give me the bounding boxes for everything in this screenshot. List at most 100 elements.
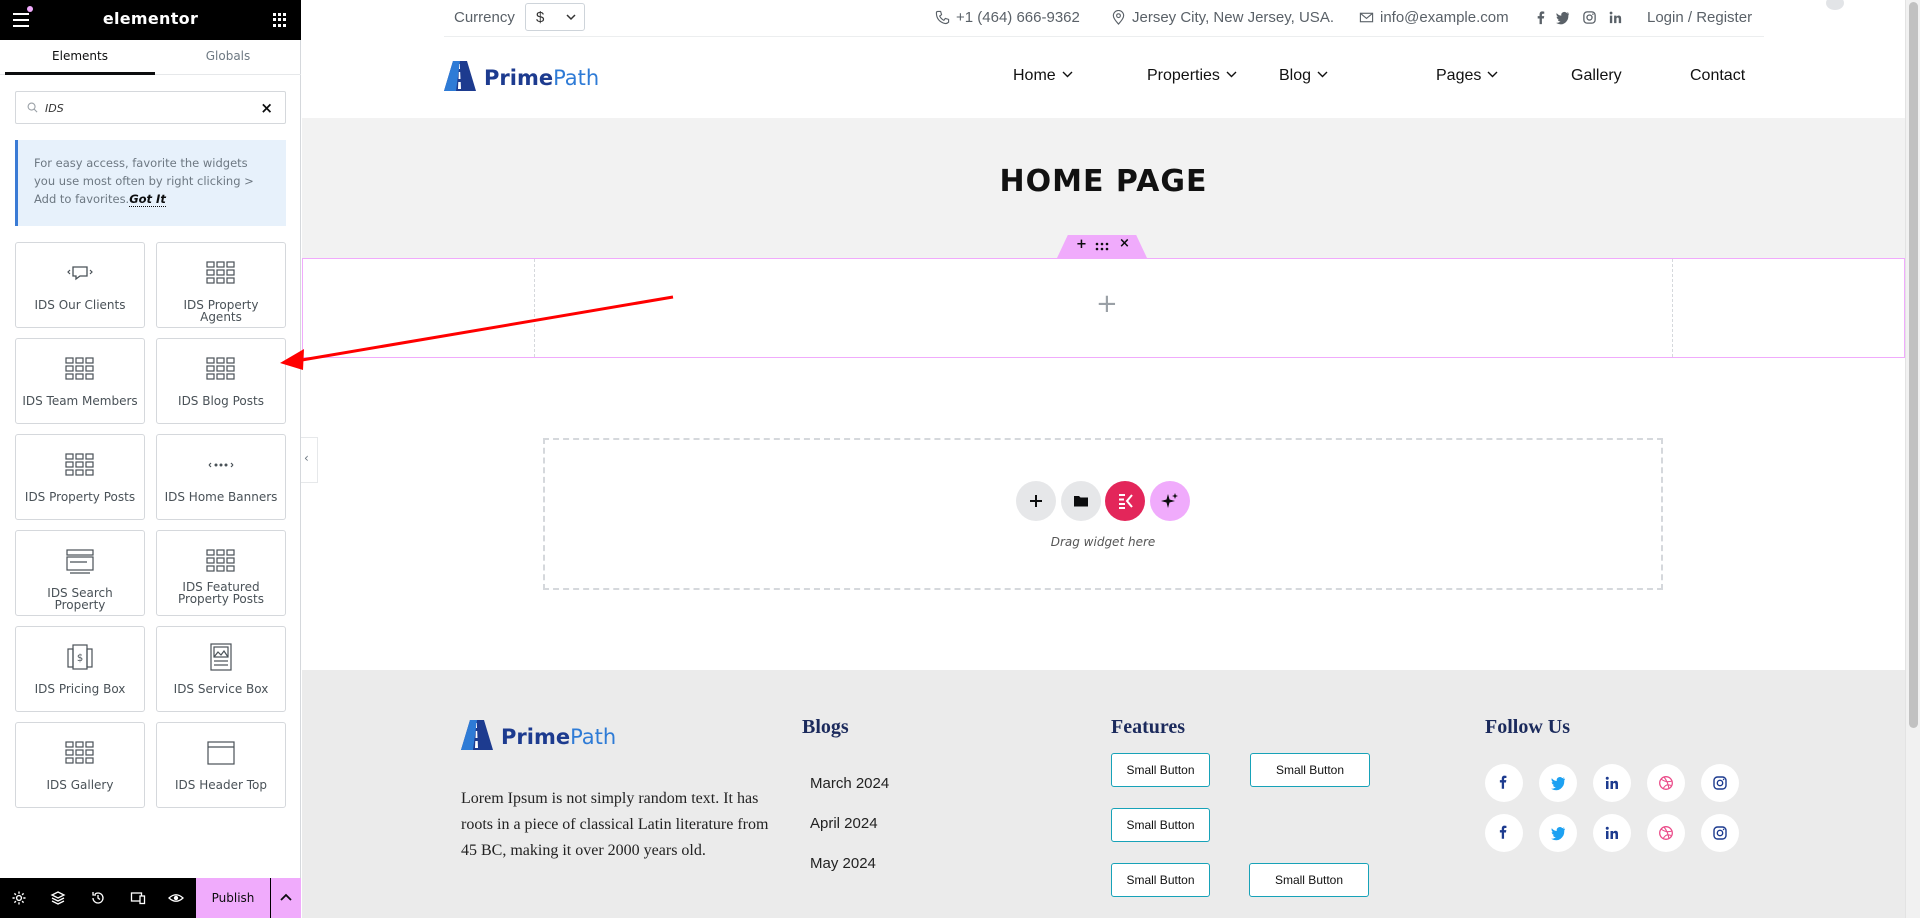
drag-widget-hint: Drag widget here [1050, 535, 1156, 549]
footer-blogs-heading: Blogs [802, 716, 849, 738]
instagram-icon[interactable] [1582, 10, 1597, 25]
linkedin-link[interactable] [1593, 814, 1631, 852]
section-handle[interactable]: + × [1057, 235, 1147, 258]
elementor-kit-button[interactable] [1105, 481, 1145, 521]
widget-ids-service-box[interactable]: IDS Service Box [156, 626, 286, 712]
login-register-link[interactable]: Login / Register [1647, 9, 1752, 26]
clear-search-icon[interactable]: × [260, 99, 273, 117]
drag-handle-icon[interactable] [1095, 242, 1109, 251]
nav-item-contact[interactable]: Contact [1690, 67, 1745, 85]
publish-button[interactable]: Publish [196, 878, 270, 918]
grid-icon [206, 354, 236, 384]
chevron-down-icon [1062, 71, 1073, 78]
folder-icon [1074, 496, 1088, 507]
nav-item-pages[interactable]: Pages [1436, 67, 1498, 85]
slider-icon [206, 450, 236, 480]
widget-ids-featured-property-posts[interactable]: IDS Featured Property Posts [156, 530, 286, 616]
widget-ids-home-banners[interactable]: IDS Home Banners [156, 434, 286, 520]
red-annotation-arrow [280, 295, 674, 370]
delete-section-icon[interactable]: × [1119, 236, 1130, 251]
brand-logo: elementor [102, 9, 199, 28]
tab-elements[interactable]: Elements [5, 40, 155, 75]
drop-area[interactable]: Drag widget here [543, 438, 1663, 590]
twitter-link[interactable] [1539, 764, 1577, 802]
scrollbar-thumb[interactable] [1909, 2, 1918, 728]
widget-ids-gallery[interactable]: IDS Gallery [15, 722, 145, 808]
footer-logo-text-prime: Prime [501, 725, 571, 749]
location-pin-icon [1112, 10, 1125, 25]
widget-ids-blog-posts[interactable]: IDS Blog Posts [156, 338, 286, 424]
responsive-mode-icon[interactable] [130, 890, 146, 906]
search-input[interactable] [45, 98, 260, 118]
twitter-icon[interactable] [1555, 10, 1570, 25]
grid-icon [65, 450, 95, 480]
footer-blog-link[interactable]: May 2024 [810, 855, 876, 872]
widget-ids-pricing-box[interactable]: $ IDS Pricing Box [15, 626, 145, 712]
history-icon[interactable] [90, 890, 106, 906]
widget-ids-header-top[interactable]: IDS Header Top [156, 722, 286, 808]
page-scrollbar[interactable] [1905, 0, 1920, 918]
dribbble-link[interactable] [1647, 764, 1685, 802]
grid-icon [206, 546, 236, 576]
instagram-icon [1713, 826, 1727, 840]
linkedin-icon[interactable] [1608, 10, 1623, 25]
facebook-link[interactable] [1485, 764, 1523, 802]
widget-ids-property-posts[interactable]: IDS Property Posts [15, 434, 145, 520]
facebook-link[interactable] [1485, 814, 1523, 852]
got-it-link[interactable]: Got It [129, 192, 166, 207]
ai-generate-button[interactable] [1150, 481, 1190, 521]
widget-ids-search-property[interactable]: IDS Search Property [15, 530, 145, 616]
twitter-link[interactable] [1539, 814, 1577, 852]
small-button[interactable]: Small Button [1250, 753, 1370, 787]
phone-number[interactable]: +1 (464) 666-9362 [956, 9, 1080, 26]
app: elementor Elements Globals × For easy ac… [0, 0, 1920, 918]
add-widget-plus-icon[interactable]: + [1096, 289, 1118, 319]
linkedin-link[interactable] [1593, 764, 1631, 802]
instagram-link[interactable] [1701, 764, 1739, 802]
chevron-down-icon [1317, 71, 1328, 78]
clients-icon [65, 258, 95, 288]
add-template-button[interactable] [1061, 481, 1101, 521]
logo-text-path: Path [553, 66, 600, 90]
footer-blog-link[interactable]: March 2024 [810, 775, 889, 792]
page-title: HOME PAGE [999, 164, 1208, 199]
preview-eye-icon[interactable] [168, 890, 184, 906]
nav-item-blog[interactable]: Blog [1279, 67, 1328, 85]
settings-gear-icon[interactable] [11, 890, 27, 906]
widget-label: IDS Our Clients [34, 298, 126, 312]
facebook-icon[interactable] [1533, 10, 1548, 25]
small-button[interactable]: Small Button [1111, 808, 1210, 842]
widget-ids-property-agents[interactable]: IDS Property Agents [156, 242, 286, 328]
small-button[interactable]: Small Button [1111, 863, 1210, 897]
small-button[interactable]: Small Button [1249, 863, 1369, 897]
tab-globals[interactable]: Globals [153, 40, 303, 75]
footer-road-logo-icon [461, 720, 493, 750]
currency-select[interactable]: $ [525, 3, 585, 31]
chevron-down-icon [566, 14, 576, 21]
add-section-icon[interactable]: + [1076, 237, 1087, 252]
nav-label: Contact [1690, 67, 1746, 84]
svg-text:$: $ [77, 653, 83, 664]
nav-item-properties[interactable]: Properties [1147, 67, 1237, 85]
dribbble-link[interactable] [1647, 814, 1685, 852]
layers-icon[interactable] [50, 890, 66, 906]
widget-ids-our-clients[interactable]: IDS Our Clients [15, 242, 145, 328]
email-icon [1359, 12, 1374, 23]
instagram-icon [1713, 776, 1727, 790]
instagram-link[interactable] [1701, 814, 1739, 852]
nav-label: Pages [1436, 67, 1482, 84]
nav-item-home[interactable]: Home [1013, 67, 1073, 85]
small-button[interactable]: Small Button [1111, 753, 1210, 787]
widget-ids-team-members[interactable]: IDS Team Members [15, 338, 145, 424]
footer-blog-link[interactable]: April 2024 [810, 815, 878, 832]
widget-label: IDS Service Box [173, 682, 269, 696]
road-logo-icon [444, 61, 476, 91]
nav-item-gallery[interactable]: Gallery [1571, 67, 1622, 85]
apps-grid-icon[interactable] [273, 13, 287, 27]
linkedin-icon [1605, 776, 1618, 789]
email-address[interactable]: info@example.com [1380, 9, 1509, 26]
chevron-down-icon [1226, 71, 1237, 78]
publish-options-button[interactable] [270, 878, 301, 918]
collapse-panel-handle[interactable]: ‹ [301, 437, 318, 483]
add-new-section-button[interactable] [1016, 481, 1056, 521]
